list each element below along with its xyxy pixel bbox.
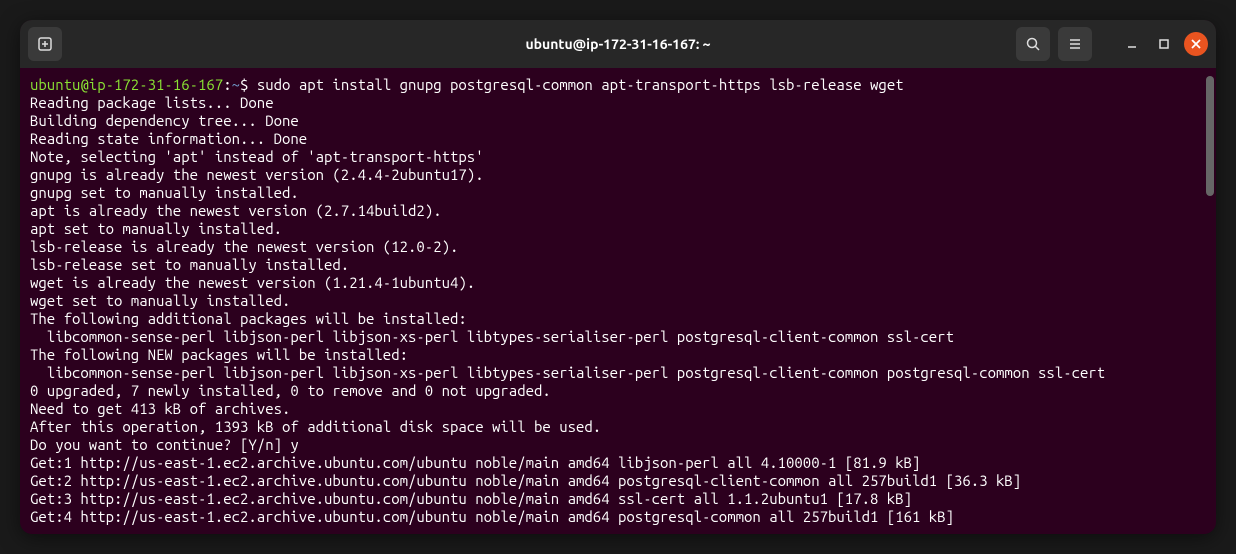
titlebar-left-controls <box>28 27 62 61</box>
new-tab-icon <box>37 36 53 52</box>
output-line: Get:1 http://us-east-1.ec2.archive.ubunt… <box>30 454 1206 472</box>
output-line: apt is already the newest version (2.7.1… <box>30 202 1206 220</box>
window-title: ubuntu@ip-172-31-16-167: ~ <box>525 36 710 52</box>
output-line: Note, selecting 'apt' instead of 'apt-tr… <box>30 148 1206 166</box>
output-line: lsb-release set to manually installed. <box>30 256 1206 274</box>
prompt-path: ~ <box>232 76 240 93</box>
output-line: wget set to manually installed. <box>30 292 1206 310</box>
output-line: Building dependency tree... Done <box>30 112 1206 130</box>
close-button[interactable] <box>1184 32 1208 56</box>
search-button[interactable] <box>1016 27 1050 61</box>
command-text: sudo apt install gnupg postgresql-common… <box>257 76 904 93</box>
terminal-window: ubuntu@ip-172-31-16-167: ~ <box>20 20 1216 534</box>
output-line: The following NEW packages will be insta… <box>30 346 1206 364</box>
output-line: Reading package lists... Done <box>30 94 1206 112</box>
output-line: lsb-release is already the newest versio… <box>30 238 1206 256</box>
prompt-line: ubuntu@ip-172-31-16-167:~$ sudo apt inst… <box>30 76 1206 94</box>
terminal-body[interactable]: ubuntu@ip-172-31-16-167:~$ sudo apt inst… <box>20 68 1216 534</box>
output-line: gnupg is already the newest version (2.4… <box>30 166 1206 184</box>
output-line: apt set to manually installed. <box>30 220 1206 238</box>
minimize-icon <box>1125 37 1139 51</box>
search-icon <box>1025 36 1041 52</box>
close-icon <box>1190 38 1202 50</box>
titlebar-right-controls <box>1016 27 1208 61</box>
output-line: libcommon-sense-perl libjson-perl libjso… <box>30 364 1206 382</box>
prompt-symbol: $ <box>240 76 248 93</box>
output-line: Get:4 http://us-east-1.ec2.archive.ubunt… <box>30 508 1206 526</box>
output-line: The following additional packages will b… <box>30 310 1206 328</box>
maximize-icon <box>1157 37 1171 51</box>
output-line: Get:3 http://us-east-1.ec2.archive.ubunt… <box>30 490 1206 508</box>
hamburger-icon <box>1067 36 1083 52</box>
output-line: libcommon-sense-perl libjson-perl libjso… <box>30 328 1206 346</box>
maximize-button[interactable] <box>1152 32 1176 56</box>
menu-button[interactable] <box>1058 27 1092 61</box>
prompt-user-host: ubuntu@ip-172-31-16-167 <box>30 76 223 93</box>
output-line: Get:2 http://us-east-1.ec2.archive.ubunt… <box>30 472 1206 490</box>
new-tab-button[interactable] <box>28 27 62 61</box>
output-line: Reading state information... Done <box>30 130 1206 148</box>
output-line: Do you want to continue? [Y/n] y <box>30 436 1206 454</box>
output-line: 0 upgraded, 7 newly installed, 0 to remo… <box>30 382 1206 400</box>
output-line: After this operation, 1393 kB of additio… <box>30 418 1206 436</box>
output-line: wget is already the newest version (1.21… <box>30 274 1206 292</box>
output-container: Reading package lists... DoneBuilding de… <box>30 94 1206 526</box>
output-line: Need to get 413 kB of archives. <box>30 400 1206 418</box>
minimize-button[interactable] <box>1120 32 1144 56</box>
output-line: gnupg set to manually installed. <box>30 184 1206 202</box>
titlebar: ubuntu@ip-172-31-16-167: ~ <box>20 20 1216 68</box>
prompt-separator: : <box>223 76 231 93</box>
scrollbar-thumb[interactable] <box>1206 76 1214 196</box>
